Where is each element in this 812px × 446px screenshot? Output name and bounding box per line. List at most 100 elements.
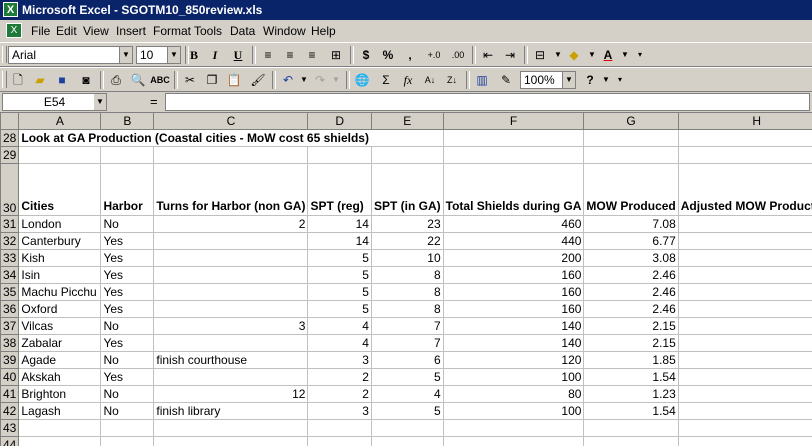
- cell-spt[interactable]: 4: [307, 334, 372, 352]
- cell-mow[interactable]: 2.15: [583, 334, 679, 352]
- new-document-icon[interactable]: 🗋: [8, 71, 28, 89]
- cell-spt-ga[interactable]: 6: [370, 351, 444, 369]
- cell-adj[interactable]: 1: [677, 368, 812, 386]
- header-cell[interactable]: Turns for Harbor (non GA): [153, 163, 309, 216]
- cell-spt[interactable]: 4: [307, 317, 372, 335]
- row-header[interactable]: 33: [0, 249, 20, 267]
- cell-mow[interactable]: 1.54: [583, 368, 679, 386]
- header-cell[interactable]: Cities: [18, 163, 102, 216]
- column-header[interactable]: C: [153, 112, 309, 130]
- row-header[interactable]: 34: [0, 266, 20, 284]
- cell-total[interactable]: 460: [442, 215, 585, 233]
- excel-app-icon[interactable]: X: [3, 2, 18, 17]
- row-header[interactable]: 38: [0, 334, 20, 352]
- cell-harbor[interactable]: Yes: [100, 368, 155, 386]
- cell-turns[interactable]: finish courthouse: [153, 351, 309, 369]
- cell-turns[interactable]: [153, 300, 309, 318]
- column-header[interactable]: E: [370, 112, 444, 130]
- cell-mow[interactable]: 6.77: [583, 232, 679, 250]
- header-cell[interactable]: Adjusted MOW Production: [677, 163, 812, 216]
- cell-total[interactable]: 160: [442, 283, 585, 301]
- cell-adj[interactable]: 1: [677, 385, 812, 403]
- cell-city[interactable]: Zabalar: [18, 334, 102, 352]
- menu-window[interactable]: Window: [263, 24, 306, 38]
- cell-adj[interactable]: 2: [677, 266, 812, 284]
- cell[interactable]: [100, 419, 155, 437]
- insert-function-button[interactable]: fx: [398, 71, 418, 89]
- menu-file[interactable]: File: [31, 24, 50, 38]
- copy-icon[interactable]: ❐: [202, 71, 222, 89]
- row-header[interactable]: 35: [0, 283, 20, 301]
- cell-city[interactable]: Brighton: [18, 385, 102, 403]
- row-header[interactable]: 37: [0, 317, 20, 335]
- cell-spt[interactable]: 5: [307, 249, 372, 267]
- cell-total[interactable]: 440: [442, 232, 585, 250]
- cell-city[interactable]: Isin: [18, 266, 102, 284]
- font-name-select[interactable]: Arial ▼: [8, 46, 133, 64]
- cell[interactable]: [370, 436, 444, 446]
- cell-spt-ga[interactable]: 4: [370, 385, 444, 403]
- increase-indent-icon[interactable]: ⇥: [500, 46, 520, 64]
- cell-total[interactable]: 80: [442, 385, 585, 403]
- row-header[interactable]: 39: [0, 351, 20, 369]
- chevron-down-icon[interactable]: ▼: [326, 71, 346, 89]
- select-all-corner[interactable]: [0, 112, 20, 130]
- cell-total[interactable]: 100: [442, 368, 585, 386]
- row-header[interactable]: 41: [0, 385, 20, 403]
- cell[interactable]: [100, 436, 155, 446]
- name-box[interactable]: E54 ▼: [2, 93, 107, 111]
- cell-spt-ga[interactable]: 7: [370, 317, 444, 335]
- row-header[interactable]: 36: [0, 300, 20, 318]
- cell-harbor[interactable]: No: [100, 215, 155, 233]
- row-header[interactable]: 32: [0, 232, 20, 250]
- cell-city[interactable]: Oxford: [18, 300, 102, 318]
- cell-adj[interactable]: 6: [677, 232, 812, 250]
- column-header[interactable]: A: [18, 112, 102, 130]
- cell-mow[interactable]: 1.54: [583, 402, 679, 420]
- cell-harbor[interactable]: No: [100, 402, 155, 420]
- decrease-indent-icon[interactable]: ⇤: [478, 46, 498, 64]
- menu-data[interactable]: Data: [230, 24, 255, 38]
- row-header[interactable]: 44: [0, 436, 20, 446]
- chevron-down-icon[interactable]: ▼: [167, 47, 180, 63]
- cell[interactable]: [677, 146, 812, 164]
- bold-button[interactable]: B: [184, 46, 204, 64]
- cell-adj[interactable]: 2: [677, 317, 812, 335]
- cell-total[interactable]: 140: [442, 334, 585, 352]
- cell[interactable]: [442, 419, 585, 437]
- row-header[interactable]: 42: [0, 402, 20, 420]
- comma-style-button[interactable]: ,: [400, 46, 420, 64]
- align-center-icon[interactable]: ≡: [280, 46, 300, 64]
- align-right-icon[interactable]: ≡: [302, 46, 322, 64]
- save-icon[interactable]: ■: [52, 71, 72, 89]
- cell-mow[interactable]: 7.08: [583, 215, 679, 233]
- row-header[interactable]: 40: [0, 368, 20, 386]
- cell[interactable]: [677, 129, 812, 147]
- cell[interactable]: [18, 146, 102, 164]
- cell[interactable]: [153, 146, 309, 164]
- row-header[interactable]: 31: [0, 215, 20, 233]
- italic-button[interactable]: I: [205, 46, 225, 64]
- cell-turns[interactable]: [153, 368, 309, 386]
- increase-decimal-icon[interactable]: +.0: [424, 46, 444, 64]
- cell-mow[interactable]: 2.46: [583, 266, 679, 284]
- underline-button[interactable]: U: [228, 46, 248, 64]
- cell[interactable]: [370, 146, 444, 164]
- toolbar-grip[interactable]: [2, 71, 7, 88]
- format-painter-icon[interactable]: 🖌: [248, 71, 268, 89]
- sort-descending-icon[interactable]: Z↓: [442, 71, 462, 89]
- column-header[interactable]: H: [677, 112, 812, 130]
- cell-spt-ga[interactable]: 8: [370, 283, 444, 301]
- cell-city[interactable]: Lagash: [18, 402, 102, 420]
- cell[interactable]: [583, 129, 679, 147]
- cell-turns[interactable]: 12: [153, 385, 309, 403]
- cell-city[interactable]: Agade: [18, 351, 102, 369]
- cell[interactable]: [307, 436, 372, 446]
- cell-spt-ga[interactable]: 8: [370, 300, 444, 318]
- row-header[interactable]: 29: [0, 146, 20, 164]
- chevron-down-icon[interactable]: ▼: [94, 94, 106, 110]
- cell[interactable]: [677, 436, 812, 446]
- header-cell[interactable]: SPT (reg): [307, 163, 372, 216]
- cell-harbor[interactable]: Yes: [100, 283, 155, 301]
- cell-spt[interactable]: 14: [307, 215, 372, 233]
